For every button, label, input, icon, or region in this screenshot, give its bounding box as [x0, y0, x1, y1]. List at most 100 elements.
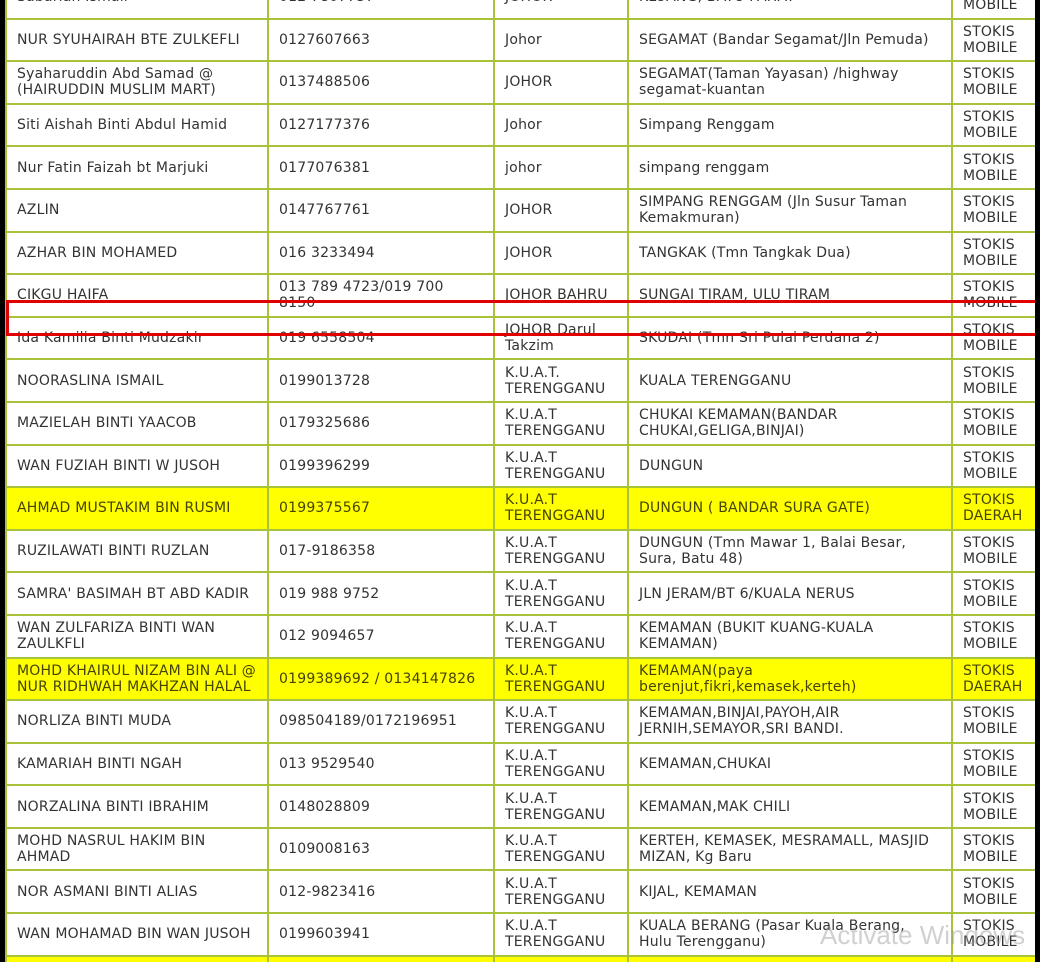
- table-row: NUR SYUHAIRAH BTE ZULKEFLI 0127607663 Joho…: [5, 17, 1035, 63]
- stockist-name-cell: NOR ASMANI BINTI ALIAS: [5, 869, 269, 915]
- stockist-type-cell: STOKIS MOBILE: [951, 400, 1035, 446]
- stockist-state-cell: K.U.A.T TERENGGANU: [493, 443, 629, 489]
- stockist-name-cell: AHMAD MUSTAKIM BIN RUSMI: [5, 486, 269, 531]
- stockist-name-cell: WAN FUZIAH BINTI W JUSOH: [5, 443, 269, 489]
- stockist-state-cell: johor: [493, 145, 629, 190]
- stockist-state-cell: K.U.A.T. TERENGGANU: [493, 358, 629, 403]
- stockist-phone-cell: 0148028809: [267, 784, 495, 829]
- table-row: MOHD NASRUL HAKIM BIN AHMAD 0109008163 K.U…: [5, 826, 1035, 872]
- stockist-area-cell: KEMAMAN(paya berenjut,fikri,kemasek,kert…: [627, 656, 953, 702]
- stockist-type-cell: STOKIS MOBILE: [951, 60, 1035, 105]
- stockist-phone-cell: 012-9823416: [267, 869, 495, 915]
- stockist-name-cell: RUZILAWATI BINTI RUZLAN: [5, 528, 269, 574]
- stockist-area-cell: simpang renggam: [627, 145, 953, 190]
- stockist-state-cell: Johor: [493, 17, 629, 63]
- stockist-name-cell: Sabariah Ismail: [5, 0, 269, 20]
- stockist-area-cell: KEMAMAN,MAK CHILI: [627, 784, 953, 829]
- stockist-type-cell: STOKIS MOBILE: [951, 741, 1035, 787]
- stockist-area-cell: KEMAMAN,BINJAI,PAYOH,AIR JERNIH,SEMAYOR,…: [627, 699, 953, 744]
- table-row: Nur Fatin Faizah bt Marjuki 0177076381 joh…: [5, 145, 1035, 190]
- stockist-type-cell: STOKIS MOBILE: [951, 571, 1035, 616]
- stockist-name-cell: MOHD KHAIRUL NIZAM BIN ALI @ NUR RIDHWAH…: [5, 656, 269, 702]
- stockist-name-cell: TUAN SYED JAMALUDDIN BIN TUAN SAIDI: [5, 954, 269, 962]
- stockist-area-cell: KEMAMAN,CHUKAI: [627, 741, 953, 787]
- stockist-type-cell: STOKIS MOBILE: [951, 0, 1035, 20]
- table-row: RUZILAWATI BINTI RUZLAN 017-9186358 K.U.A.…: [5, 528, 1035, 574]
- table-row: AZLIN 0147767761 JOHOR SIMPANG RENGGAM (Jln…: [5, 187, 1035, 233]
- stockist-phone-cell: 098504189/0172196951: [267, 699, 495, 744]
- table-row: WAN MOHAMAD BIN WAN JUSOH 0199603941 K.U.A…: [5, 912, 1035, 957]
- stockist-state-cell: JOHOR BAHRU: [493, 273, 629, 318]
- stockist-type-cell: STOKIS MOBILE: [951, 784, 1035, 829]
- stockist-phone-cell: 012 9094657: [267, 613, 495, 659]
- stockist-state-cell: JOHOR: [493, 230, 629, 276]
- stockist-name-cell: AZHAR BIN MOHAMED: [5, 230, 269, 276]
- stockist-phone-cell: 0127177376: [267, 102, 495, 148]
- stockist-area-cell: SEGAMAT(Taman Yayasan) /highway segamat-…: [627, 60, 953, 105]
- stockist-table: Sabariah Ismail012 7807737JOHORKLUANG, B…: [5, 0, 1035, 962]
- stockist-type-cell: STOKIS MOBILE: [951, 528, 1035, 574]
- table-row: WAN ZULFARIZA BINTI WAN ZAULKFLI 012 9094…: [5, 613, 1035, 659]
- stockist-area-cell: KIJAL, KEMAMAN: [627, 869, 953, 915]
- stockist-type-cell: STOKIS MOBILE: [951, 145, 1035, 190]
- stockist-type-cell: STOKIS MOBILE: [951, 102, 1035, 148]
- stockist-type-cell: STOKIS MOBILE: [951, 17, 1035, 63]
- stockist-name-cell: NORLIZA BINTI MUDA: [5, 699, 269, 744]
- stockist-type-cell: STOKIS MOBILE: [951, 826, 1035, 872]
- stockist-name-cell: Siti Aishah Binti Abdul Hamid: [5, 102, 269, 148]
- stockist-phone-cell: 0127607663: [267, 17, 495, 63]
- stockist-state-cell: K.U.A.T TERENGGANU: [493, 571, 629, 616]
- stockist-name-cell: MAZIELAH BINTI YAACOB: [5, 400, 269, 446]
- stockist-state-cell: Johor: [493, 102, 629, 148]
- stockist-phone-cell: 0147767761: [267, 187, 495, 233]
- stockist-name-cell: NUR SYUHAIRAH BTE ZULKEFLI: [5, 17, 269, 63]
- stockist-area-cell: KUALA BERANG (Pasar Kuala Berang, Hulu T…: [627, 912, 953, 957]
- stockist-phone-cell: 0109008163: [267, 826, 495, 872]
- stockist-phone-cell: 016 3233494: [267, 230, 495, 276]
- stockist-phone-cell: 0199389692 / 0134147826: [267, 656, 495, 702]
- stockist-state-cell: K.U.A.T TERENGGANU: [493, 699, 629, 744]
- table-row: AZHAR BIN MOHAMED 016 3233494 JOHOR TANGKAK…: [5, 230, 1035, 276]
- stockist-type-cell: STOKIS MOBILE: [951, 912, 1035, 957]
- stockist-state-cell: K.U.A.T TERENGGANU: [493, 656, 629, 702]
- table-row: SAMRA' BASIMAH BT ABD KADIR 019 988 9752 K…: [5, 571, 1035, 616]
- stockist-type-cell: STOKIS MOBILE: [951, 187, 1035, 233]
- stockist-type-cell: STOKIS MOBILE: [951, 358, 1035, 403]
- stockist-state-cell: K.U.A.T TERENGGANU: [493, 954, 629, 962]
- table-row: NORZALINA BINTI IBRAHIM 0148028809 K.U.A.T…: [5, 784, 1035, 829]
- table-row: Sabariah Ismail012 7807737JOHORKLUANG, B…: [5, 0, 1035, 20]
- table-row: Ida Kamilia Binti Mudzakir 019 6558504 JOH…: [5, 315, 1035, 361]
- stockist-state-cell: K.U.A.T TERENGGANU: [493, 826, 629, 872]
- stockist-type-cell: STOKIS MOBILE: [951, 869, 1035, 915]
- stockist-phone-cell: 0199375567: [267, 486, 495, 531]
- table-row: Siti Aishah Binti Abdul Hamid 0127177376 J…: [5, 102, 1035, 148]
- stockist-phone-cell: 019 988 9752: [267, 571, 495, 616]
- stockist-state-cell: K.U.A.T TERENGGANU: [493, 613, 629, 659]
- stockist-state-cell: K.U.A.T TERENGGANU: [493, 486, 629, 531]
- stockist-phone-cell: 013 789 4723/019 700 8150: [267, 273, 495, 318]
- stockist-phone-cell: 013 9995469 / 019 4306936: [267, 954, 495, 962]
- stockist-phone-cell: 012 7807737: [267, 0, 495, 20]
- stockist-area-cell: SIMPANG RENGGAM (Jln Susur Taman Kemakmu…: [627, 187, 953, 233]
- stockist-phone-cell: 017-9186358: [267, 528, 495, 574]
- stockist-area-cell: Simpang Renggam: [627, 102, 953, 148]
- stockist-name-cell: AZLIN: [5, 187, 269, 233]
- stockist-table-sheet: Sabariah Ismail012 7807737JOHORKLUANG, B…: [5, 0, 1035, 962]
- stockist-state-cell: K.U.A.T TERENGGANU: [493, 400, 629, 446]
- stockist-phone-cell: 019 6558504: [267, 315, 495, 361]
- table-row: TUAN SYED JAMALUDDIN BIN TUAN SAIDI013 9…: [5, 954, 1035, 962]
- stockist-area-cell: SKUDAI (Tmn Sri Pulai Perdana 2): [627, 315, 953, 361]
- stockist-type-cell: STOKIS DAERAH: [951, 954, 1035, 962]
- screenshot-frame: Sabariah Ismail012 7807737JOHORKLUANG, B…: [0, 0, 1040, 962]
- stockist-name-cell: Nur Fatin Faizah bt Marjuki: [5, 145, 269, 190]
- stockist-name-cell: Syaharuddin Abd Samad @ (HAIRUDDIN MUSLI…: [5, 60, 269, 105]
- stockist-phone-cell: 0199396299: [267, 443, 495, 489]
- stockist-type-cell: STOKIS MOBILE: [951, 273, 1035, 318]
- stockist-phone-cell: 0137488506: [267, 60, 495, 105]
- stockist-state-cell: K.U.A.T TERENGGANU: [493, 528, 629, 574]
- stockist-area-cell: DUNGUN (Tmn Mawar 1, Balai Besar, Sura, …: [627, 528, 953, 574]
- stockist-type-cell: STOKIS DAERAH: [951, 656, 1035, 702]
- stockist-state-cell: K.U.A.T TERENGGANU: [493, 869, 629, 915]
- stockist-phone-cell: 0179325686: [267, 400, 495, 446]
- stockist-state-cell: K.U.A.T TERENGGANU: [493, 912, 629, 957]
